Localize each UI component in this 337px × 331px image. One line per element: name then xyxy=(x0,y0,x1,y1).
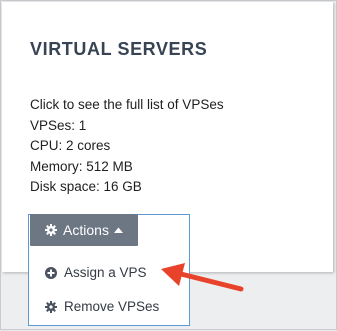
page-frame: VIRTUAL SERVERS Click to see the full li… xyxy=(0,0,337,330)
annotation-arrow-icon xyxy=(161,263,244,292)
